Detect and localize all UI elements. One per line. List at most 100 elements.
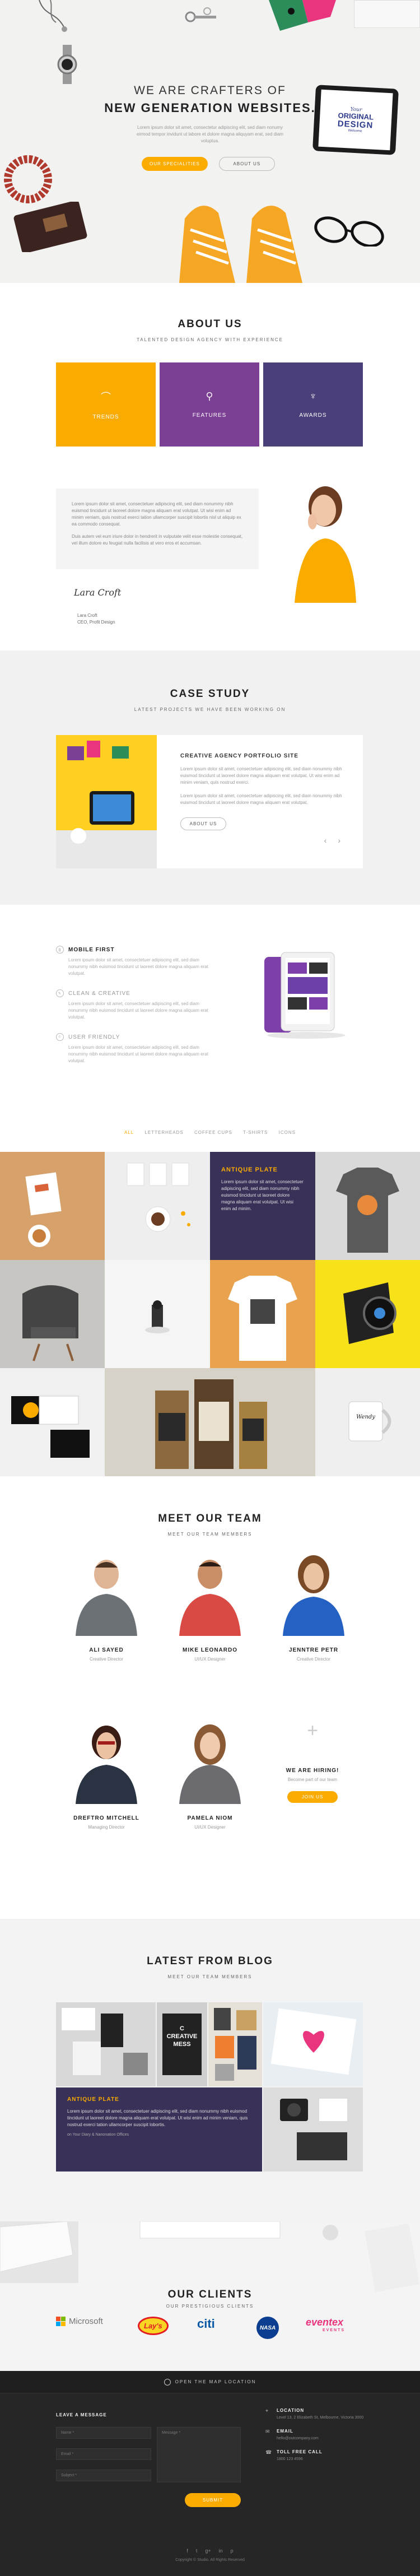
pencil-icon: ✎ xyxy=(56,989,64,997)
contact-email: ✉ EMAIL hello@outcompany.com xyxy=(265,2429,377,2442)
member-name: DREFTRO MITCHELL xyxy=(73,1815,139,1821)
hero-section: Your ORIGINAL DESIGN Welcome WE ARE CRAF… xyxy=(0,0,420,283)
portfolio-filters: ALL LETTERHEADS COFFEE CUPS T-SHIRTS ICO… xyxy=(0,1130,420,1135)
map-pin-icon xyxy=(164,2378,171,2386)
next-arrow-icon[interactable]: › xyxy=(338,836,340,845)
team-member[interactable]: ALI SAYED Creative Director xyxy=(54,1552,159,1662)
pinterest-icon[interactable]: p xyxy=(231,2548,234,2554)
features-list: ▯ MOBILE FIRST Lorem ipsum dolor sit amet… xyxy=(56,946,218,1077)
portfolio-grid: ANTIQUE PLATE Lorem ipsum dolor sit amet… xyxy=(0,1152,420,1476)
filter-all[interactable]: ALL xyxy=(124,1130,134,1135)
submit-button[interactable]: SUBMIT xyxy=(185,2493,241,2507)
trophy-icon: ♆ xyxy=(309,390,317,402)
feature-trends[interactable]: ⌒ TRENDS xyxy=(56,362,156,447)
blog-item[interactable] xyxy=(263,2002,363,2086)
team-subtitle: MEET OUR TEAM MEMBERS xyxy=(167,1532,253,1537)
portfolio-item[interactable] xyxy=(0,1152,105,1260)
feature-item[interactable]: ☺ USER FRIENDLY Lorem ipsum dolor sit ame… xyxy=(56,1033,218,1064)
blog-item[interactable] xyxy=(208,2002,262,2086)
microsoft-icon xyxy=(56,2317,66,2326)
blog-title: LATEST FROM BLOG xyxy=(147,1955,273,1967)
blog-item[interactable] xyxy=(56,2002,156,2086)
team-member[interactable]: PAMELA NIOM UI/UX Designer xyxy=(157,1720,263,1830)
portfolio-item[interactable] xyxy=(0,1260,105,1368)
join-us-button[interactable]: JOIN US xyxy=(287,1791,338,1803)
map-bar[interactable]: OPEN THE MAP LOCATION xyxy=(0,2371,420,2393)
blog-overlay-meta: on Your Diary & Nanonation Offices xyxy=(67,2133,129,2137)
mail-icon: ✉ xyxy=(265,2429,270,2434)
email-value[interactable]: hello@outcompany.com xyxy=(277,2436,319,2442)
email-block: EMAIL hello@outcompany.com xyxy=(277,2429,319,2442)
client-logo-eventex[interactable]: eventex EVENTS xyxy=(306,2317,345,2332)
client-logo-microsoft[interactable]: Microsoft xyxy=(56,2317,103,2326)
facebook-icon[interactable]: f xyxy=(186,2548,188,2554)
message-field[interactable]: Message * xyxy=(157,2427,241,2482)
case-paragraph-1: Lorem ipsum dolor sit amet, consectetuer… xyxy=(180,766,342,785)
feature-heading: ☺ USER FRIENDLY xyxy=(56,1033,218,1041)
portfolio-item[interactable]: Wendy xyxy=(315,1368,420,1476)
glasses-icon xyxy=(311,207,390,248)
copyright: Copyright © Studio. All Rights Reserved xyxy=(175,2558,245,2562)
client-logo-citi[interactable]: citi xyxy=(197,2317,215,2331)
portfolio-item-overlay[interactable]: ANTIQUE PLATE Lorem ipsum dolor sit amet… xyxy=(210,1152,315,1260)
feature-features-label: FEATURES xyxy=(192,412,227,419)
blog-item-overlay[interactable]: ANTIQUE PLATE Lorem ipsum dolor sit amet… xyxy=(56,2087,262,2172)
portfolio-item[interactable] xyxy=(105,1368,315,1476)
prev-arrow-icon[interactable]: ‹ xyxy=(324,836,327,845)
specialities-button[interactable]: OUR SPECIALITIES xyxy=(142,157,208,171)
team-title: MEET OUR TEAM xyxy=(158,1513,262,1524)
google-plus-icon[interactable]: g+ xyxy=(205,2548,211,2554)
poster-text: C CREATIVE MESS xyxy=(166,2025,198,2048)
avatar xyxy=(168,1720,252,1804)
case-subtitle: LATEST PROJECTS WE HAVE BEEN WORKING ON xyxy=(134,707,286,712)
member-role: Creative Director xyxy=(296,1657,330,1662)
earphones-icon xyxy=(34,0,73,34)
filter-tshirts[interactable]: T-SHIRTS xyxy=(243,1130,268,1135)
map-label: OPEN THE MAP LOCATION xyxy=(175,2379,256,2384)
client-logo-lays[interactable]: Lay's xyxy=(138,2317,169,2335)
feature-trends-label: TRENDS xyxy=(92,413,119,420)
filter-letterheads[interactable]: LETTERHEADS xyxy=(144,1130,183,1135)
portfolio-item[interactable] xyxy=(315,1260,420,1368)
blog-item[interactable] xyxy=(263,2087,363,2172)
portfolio-item[interactable] xyxy=(105,1152,210,1260)
team-member[interactable]: MIKE LEONARDO UI/UX Designer xyxy=(157,1552,263,1662)
feature-item[interactable]: ✎ CLEAN & CREATIVE Lorem ipsum dolor sit … xyxy=(56,989,218,1021)
hero-buttons: OUR SPECIALITIES ABOUT US xyxy=(142,157,275,171)
twitter-icon[interactable]: t xyxy=(196,2548,198,2554)
clients-subtitle: OUR PRESTIGIOUS CLIENTS xyxy=(166,2304,254,2309)
hero-title-line2: NEW GENERATION WEBSITES. xyxy=(104,101,316,115)
case-title: CASE STUDY xyxy=(170,688,250,700)
magic-wand-icon: ⚲ xyxy=(206,390,213,402)
about-subtitle: TALENTED DESIGN AGENCY WITH EXPERIENCE xyxy=(137,337,283,342)
filter-coffee-cups[interactable]: COFFEE CUPS xyxy=(194,1130,232,1135)
client-name: Microsoft xyxy=(69,2317,103,2326)
blog-item[interactable]: C CREATIVE MESS xyxy=(157,2002,207,2086)
subject-field[interactable]: Subject * xyxy=(56,2470,151,2481)
case-arrows: ‹ › xyxy=(324,836,340,845)
feature-features[interactable]: ⚲ FEATURES xyxy=(160,362,259,447)
email-field[interactable]: Email * xyxy=(56,2448,151,2460)
tablet-screen: Your ORIGINAL DESIGN Welcome xyxy=(318,89,393,151)
keys-icon xyxy=(179,6,224,34)
portfolio-item[interactable] xyxy=(105,1260,210,1368)
linkedin-icon[interactable]: in xyxy=(219,2548,223,2554)
filter-icons[interactable]: ICONS xyxy=(279,1130,296,1135)
case-image xyxy=(56,735,157,868)
location-key: LOCATION xyxy=(277,2408,305,2413)
avatar xyxy=(64,1720,148,1804)
feature-item[interactable]: ▯ MOBILE FIRST Lorem ipsum dolor sit amet… xyxy=(56,946,218,977)
team-member[interactable]: DREFTRO MITCHELL Managing Director xyxy=(54,1720,159,1830)
blog-overlay-text: Lorem ipsum dolor sit amet, consectetuer… xyxy=(67,2109,248,2127)
portfolio-item[interactable] xyxy=(210,1260,315,1368)
about-us-button[interactable]: ABOUT US xyxy=(218,157,275,171)
portfolio-item[interactable] xyxy=(0,1368,105,1476)
name-field[interactable]: Name * xyxy=(56,2427,151,2439)
wallet-icon xyxy=(11,200,90,254)
case-about-button[interactable]: ABOUT US xyxy=(180,817,226,830)
portfolio-item[interactable] xyxy=(315,1152,420,1260)
team-member[interactable]: JENNTRE PETR Creative Director xyxy=(261,1552,366,1662)
client-logo-nasa[interactable]: NASA xyxy=(256,2317,279,2339)
quote-paragraph-1: Lorem ipsum dolor sit amet, consectetuer… xyxy=(72,501,241,527)
feature-awards[interactable]: ♆ AWARDS xyxy=(263,362,363,447)
